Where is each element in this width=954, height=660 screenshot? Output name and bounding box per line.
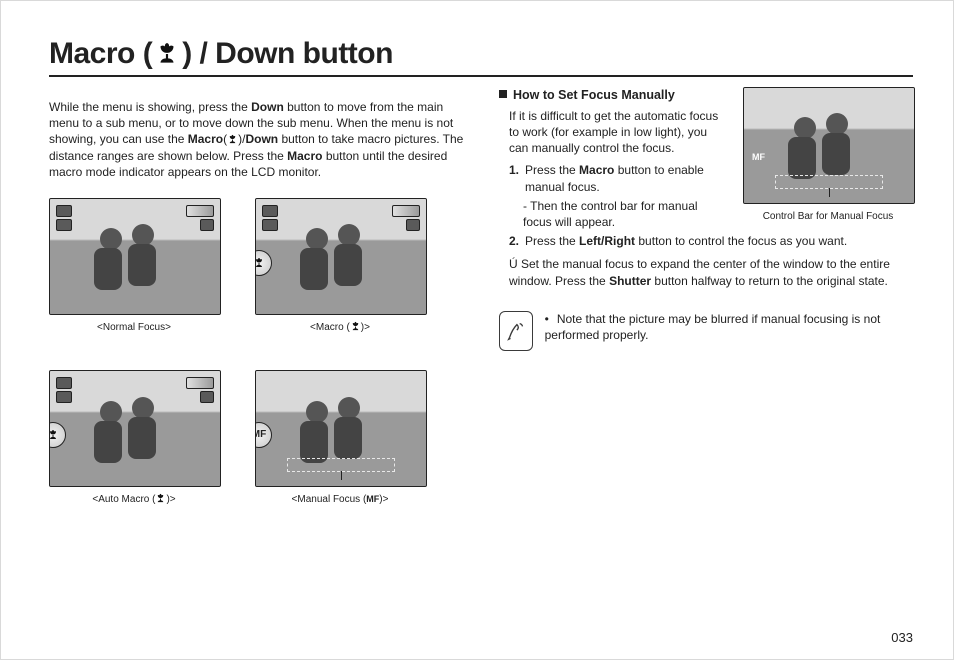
caption-macro: <Macro ()> (255, 321, 425, 335)
title-post: ) / Down button (182, 37, 393, 71)
figure-caption: Control Bar for Manual Focus (743, 210, 913, 224)
right-column: MF Control Bar for Manual Focus How to S… (499, 87, 913, 351)
title-pre: Macro ( (49, 37, 152, 71)
page-title: Macro ( ) / Down button (49, 37, 913, 77)
lcd-grid: <Normal Focus> <Macro ()> <Aut (49, 198, 469, 507)
step-1: 1. Press the Macro button to enable manu… (509, 162, 729, 194)
left-column: While the menu is showing, press the Dow… (49, 87, 469, 507)
tulip-icon (155, 494, 166, 505)
note-icon (499, 311, 533, 351)
tulip-icon (227, 132, 238, 146)
caption-manual-focus: <Manual Focus (MF)> (255, 493, 425, 507)
control-bar-icon (287, 458, 396, 472)
star-note: Ú Set the manual focus to expand the cen… (509, 256, 913, 288)
manual-focus-figure: MF Control Bar for Manual Focus (743, 87, 913, 224)
manual-page: Macro ( ) / Down button While the menu i… (0, 0, 954, 660)
caption-normal: <Normal Focus> (49, 321, 219, 335)
tile-macro: <Macro ()> (255, 198, 425, 335)
note-box: Note that the picture may be blurred if … (499, 311, 913, 351)
step-2: 2. Press the Left/Right button to contro… (509, 233, 913, 249)
mf-label: MF (752, 151, 765, 163)
tulip-icon (154, 37, 180, 71)
intro-paragraph: While the menu is showing, press the Dow… (49, 99, 469, 180)
control-bar-icon (775, 175, 884, 189)
tile-manual-focus: MF <Manual Focus (MF)> (255, 370, 425, 507)
tile-normal-focus: <Normal Focus> (49, 198, 219, 335)
tile-auto-macro: <Auto Macro ()> (49, 370, 219, 507)
caption-auto-macro: <Auto Macro ()> (49, 493, 219, 507)
note-text: Note that the picture may be blurred if … (545, 311, 913, 343)
page-number: 033 (891, 630, 913, 645)
tulip-icon (350, 322, 361, 333)
